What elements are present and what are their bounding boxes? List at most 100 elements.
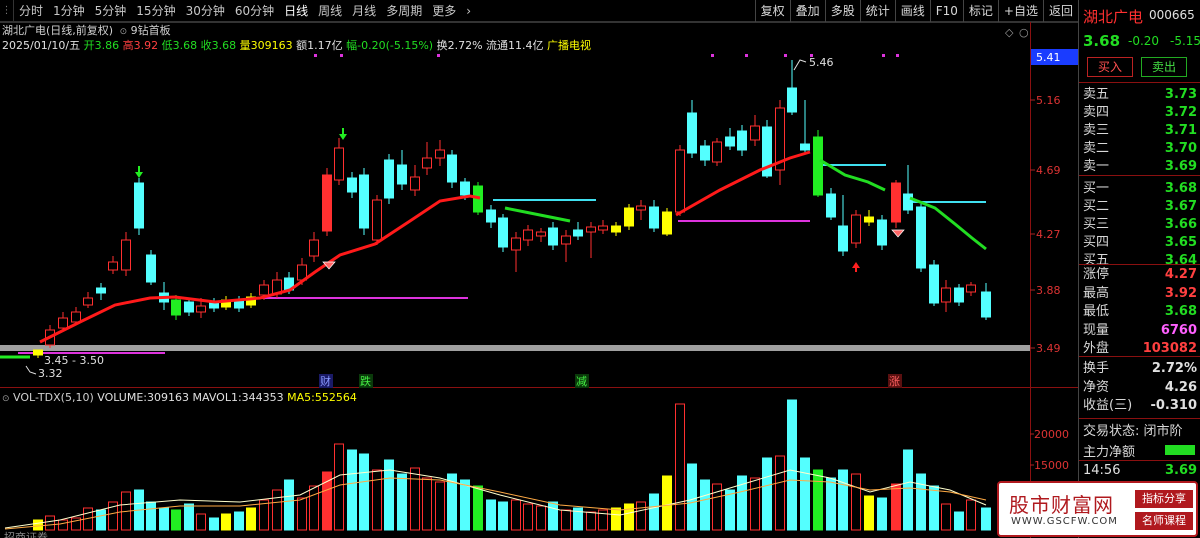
ask-row[interactable]: 卖五 3.73 (1079, 86, 1200, 104)
book-divider (1079, 175, 1200, 176)
peak-pointer (793, 59, 807, 71)
diamond-marker (891, 229, 905, 238)
candle-body (96, 287, 106, 294)
volume-bar (221, 513, 231, 531)
stat-label: 换手 (1083, 361, 1110, 376)
bid-row[interactable]: 买三 3.66 (1079, 216, 1200, 234)
candle-body (636, 205, 646, 211)
book-label: 卖三 (1083, 123, 1110, 138)
candle-body (523, 229, 533, 241)
volume-bar (96, 509, 106, 531)
watermark-title: 股市财富网 (1009, 493, 1114, 517)
book-label: 卖一 (1083, 159, 1110, 174)
volume-bar (662, 475, 672, 531)
candle-body (259, 284, 269, 296)
volume-bar (460, 479, 470, 531)
volume-bar (586, 511, 596, 531)
volume-bar (941, 503, 951, 531)
panel-change: -0.20 (1128, 34, 1160, 48)
book-price: 3.73 (1164, 87, 1197, 102)
vol-volume-value: 309163 (147, 391, 190, 404)
volume-bar (259, 499, 269, 531)
candle-body (58, 317, 68, 329)
volume-bar (359, 453, 369, 531)
candle-body (916, 206, 926, 269)
volume-bar (624, 503, 634, 531)
sell-button[interactable]: 卖出 (1141, 57, 1187, 77)
volume-bar (473, 485, 483, 531)
volume-bar (486, 499, 496, 531)
signal-dot (314, 54, 317, 57)
book-price: 3.66 (1164, 217, 1197, 232)
candle-body (71, 311, 81, 323)
volume-bar (410, 467, 420, 531)
ask-row[interactable]: 卖二 3.70 (1079, 140, 1200, 158)
vol-indicator-name[interactable]: VOL-TDX(5,10) (13, 391, 94, 404)
volume-bar (347, 449, 357, 531)
candle-body (447, 154, 457, 183)
candle-body (33, 349, 43, 356)
volume-bar (725, 489, 735, 531)
main-net-bar (1165, 445, 1195, 455)
close-icon[interactable]: ○ (1019, 26, 1029, 39)
volume-bar (536, 505, 546, 531)
panel-divider (1079, 418, 1200, 419)
stat-row: 现量 6760 (1079, 322, 1200, 340)
candle-body (586, 226, 596, 233)
candle-body (675, 149, 685, 213)
settings-icon[interactable]: ◇ (1005, 26, 1014, 39)
panel-stock-name: 湖北广电 (1083, 8, 1144, 26)
event-tag: 财 (320, 374, 331, 388)
candle-body (649, 206, 659, 229)
buy-button[interactable]: 买入 (1087, 57, 1133, 77)
volume-bar (45, 515, 55, 531)
ma-red-line-1 (39, 194, 481, 344)
candle-body (826, 193, 836, 218)
volume-bar (750, 477, 760, 531)
ask-row[interactable]: 卖一 3.69 (1079, 158, 1200, 176)
candle-body (737, 130, 747, 151)
bid-row[interactable]: 买一 3.68 (1079, 180, 1200, 198)
candle-body (800, 143, 810, 151)
panel-divider (1079, 82, 1200, 83)
panel-divider (1079, 264, 1200, 265)
candle-body (196, 305, 206, 313)
peak-label: 5.46 (809, 56, 834, 69)
bid-row[interactable]: 买二 3.67 (1079, 198, 1200, 216)
stat-value: 4.26 (1164, 379, 1197, 395)
candle-body (954, 287, 964, 303)
candle-body (877, 219, 887, 246)
candle-body (864, 216, 874, 223)
signal-dot (711, 54, 714, 57)
candle-body (687, 112, 697, 154)
volume-bar (826, 477, 836, 531)
volume-bar (929, 485, 939, 531)
signal-dot (784, 54, 787, 57)
candle-body (146, 254, 156, 283)
vol-dropdown-icon[interactable]: ⊙ (2, 394, 10, 404)
candle-body (322, 174, 332, 232)
signal-dot (896, 54, 899, 57)
vol-tick-label: 20000 (1034, 428, 1069, 441)
bid-row[interactable]: 买四 3.65 (1079, 234, 1200, 252)
stat-value: -0.310 (1150, 398, 1197, 413)
stat-label: 现量 (1083, 322, 1110, 338)
book-price: 3.72 (1164, 105, 1197, 120)
candle-body (372, 199, 382, 241)
kline-chart[interactable]: ◇ ○ 5.46 3.323.45 - 3.50 财 跌 减 涨 5.41 5.16 4.69… (0, 0, 1078, 538)
ask-row[interactable]: 卖三 3.71 (1079, 122, 1200, 140)
volume-bar (916, 473, 926, 531)
stat-value: 6760 (1160, 322, 1197, 338)
volume-bar (511, 499, 521, 531)
volume-bar (498, 501, 508, 531)
quote-panel: 湖北广电 000665 3.68 -0.20 -5.15 买入 卖出 卖五 3.7… (1078, 0, 1200, 538)
candle-body (108, 261, 118, 271)
ma-green-line-1 (504, 206, 571, 223)
candle-body (561, 235, 571, 245)
volume-bar (196, 513, 206, 531)
candle-body (851, 214, 861, 244)
main-net-label: 主力净额 (1083, 445, 1136, 460)
ask-row[interactable]: 卖四 3.72 (1079, 104, 1200, 122)
signal-dot (882, 54, 885, 57)
volume-bar (611, 507, 621, 531)
